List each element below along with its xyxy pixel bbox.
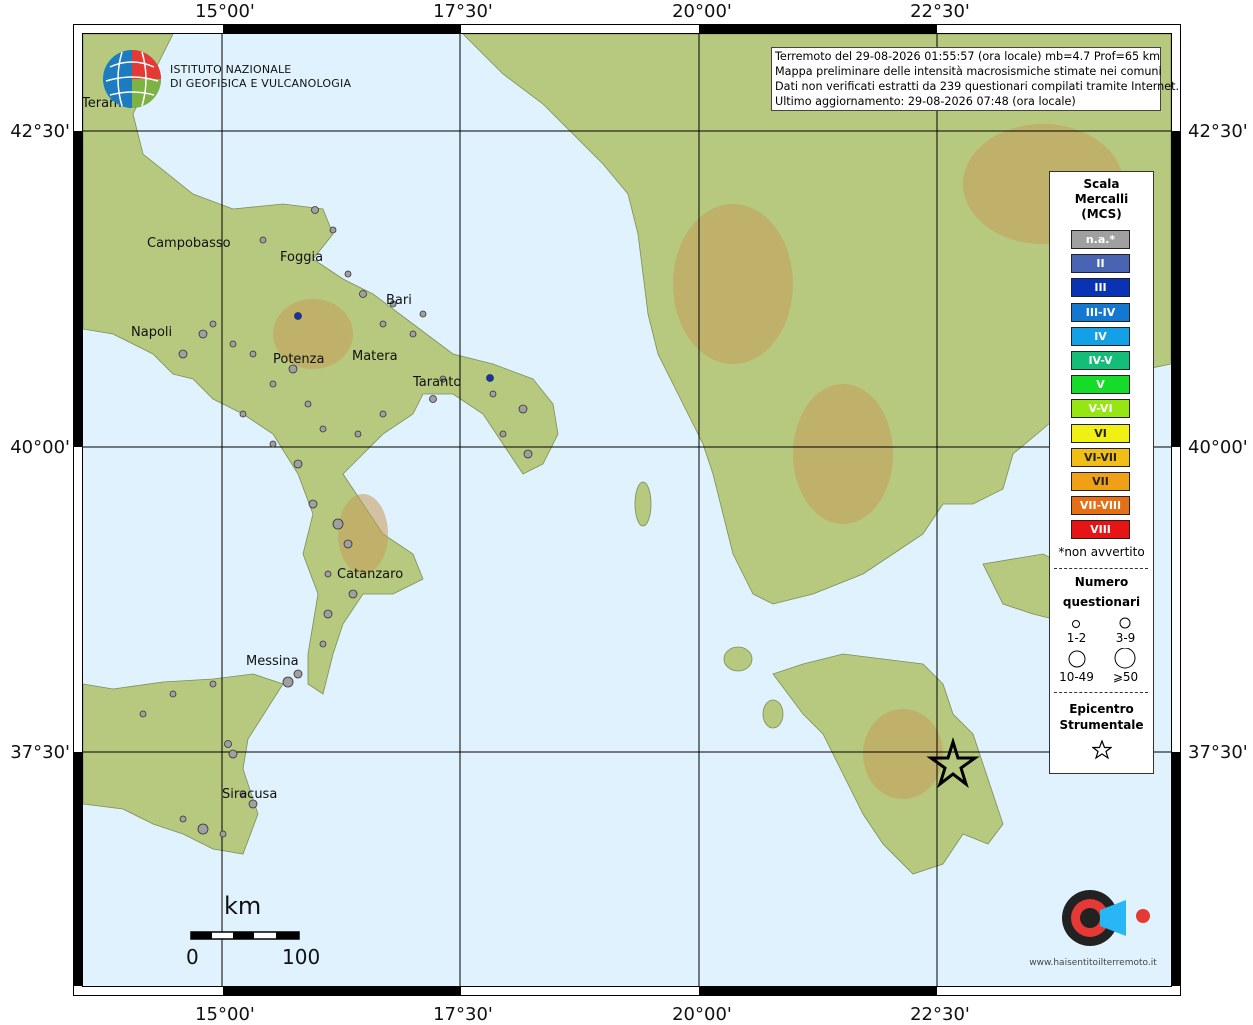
info-line-2: Mappa preliminare delle intensità macros… [775, 65, 1162, 78]
size-symbol-3-9 [1119, 617, 1131, 629]
city-foggia: Foggia [280, 250, 324, 265]
ingv-line1: ISTITUTO NAZIONALE [170, 63, 292, 76]
tick-right-1: 42°30' [1188, 121, 1248, 142]
legend-swatch: II [1071, 254, 1130, 274]
tick-left-1: 42°30' [10, 121, 70, 142]
legend-swatch: VII-VIII [1071, 496, 1130, 516]
tick-top-4: 22°30' [910, 1, 970, 22]
legend-epi-2: Strumentale [1059, 718, 1144, 732]
tick-left-2: 40°00' [10, 437, 70, 458]
info-line-4: Ultimo aggiornamento: 29-08-2026 07:48 (… [775, 95, 1076, 108]
legend-panel: Scala Mercalli (MCS) n.a.* II III III-IV IV I… [1049, 171, 1154, 774]
tick-bottom-1: 15°00' [195, 1004, 255, 1025]
legend-note: *non avvertito [1058, 545, 1145, 559]
ingv-logo-icon [103, 50, 161, 108]
kefalonia-island [723, 646, 753, 672]
legend-swatch: VIII [1071, 520, 1130, 540]
tick-top-2: 17°30' [433, 1, 493, 22]
legend-swatch: IV-V [1071, 351, 1130, 370]
info-line-1: Terremoto del 29-08-2026 01:55:57 (ora l… [775, 50, 1161, 63]
legend-separator-2 [1054, 692, 1148, 693]
legend-q-title-2: questionari [1062, 595, 1141, 609]
legend-epi-1: Epicentro [1069, 702, 1134, 716]
legend-swatch: VII [1071, 472, 1130, 491]
legend-size-2: 3-9 [1115, 631, 1136, 645]
size-symbol-10-49 [1068, 650, 1086, 668]
legend-swatch: V-VI [1071, 399, 1130, 419]
city-siracusa: Siracusa [222, 787, 278, 802]
legend-swatch: VI [1071, 423, 1130, 443]
tick-bottom-2: 17°30' [433, 1004, 493, 1025]
event-info-box: Terremoto del 29-08-2026 01:55:57 (ora l… [771, 47, 1180, 111]
city-campobasso: Campobasso [147, 236, 231, 251]
map-frame [73, 24, 1181, 996]
city-matera: Matera [352, 349, 398, 364]
tick-left-3: 37°30' [10, 742, 70, 763]
size-symbol-50 [1114, 648, 1136, 669]
legend-swatch: VI-VII [1071, 447, 1130, 467]
city-napoli: Napoli [131, 325, 173, 340]
map-area[interactable] [83, 34, 1171, 986]
ingv-logo-text: ISTITUTO NAZIONALE DI GEOFISICA E VULCAN… [170, 63, 351, 91]
tick-top-1: 15°00' [195, 1, 255, 22]
scale-unit: km [224, 892, 262, 920]
legend-title-3: (MCS) [1081, 207, 1122, 221]
legend-swatch: n.a.* [1071, 230, 1130, 249]
haisentito-watermark: www.haisentitoilterremoto.it [1029, 958, 1157, 968]
size-symbol-1-2 [1072, 620, 1080, 628]
legend-swatch: III [1071, 278, 1130, 298]
legend-title-2: Mercalli [1074, 192, 1129, 206]
tick-right-3: 37°30' [1188, 742, 1248, 763]
scale-min: 0 [186, 945, 199, 969]
scale-bar [190, 931, 300, 940]
zakynthos-island [762, 699, 784, 729]
legend-swatch: V [1071, 375, 1130, 395]
haisentito-logo-icon [1062, 890, 1150, 946]
legend-separator-1 [1054, 568, 1148, 569]
legend-star-icon [1092, 740, 1112, 760]
city-potenza: Potenza [273, 352, 325, 367]
city-catanzaro: Catanzaro [337, 567, 404, 582]
scale-max: 100 [282, 945, 321, 969]
tick-right-2: 40°00' [1188, 437, 1248, 458]
tick-bottom-4: 22°30' [910, 1004, 970, 1025]
legend-size-4: ⩾50 [1112, 670, 1139, 684]
city-taranto: Taranto [413, 375, 462, 390]
legend-swatch: III-IV [1071, 302, 1130, 322]
sicily-land [83, 673, 284, 855]
city-bari: Bari [386, 293, 412, 308]
tick-bottom-3: 20°00' [672, 1004, 732, 1025]
info-line-3: Dati non verificati estratti da 239 ques… [775, 80, 1180, 93]
legend-swatch: IV [1071, 326, 1130, 346]
legend-q-title-1: Numero [1074, 575, 1129, 589]
ingv-line2: DI GEOFISICA E VULCANOLOGIA [170, 77, 352, 90]
city-messina: Messina [246, 654, 299, 669]
tick-top-3: 20°00' [672, 1, 732, 22]
corfu-island [634, 481, 652, 527]
map-canvas [83, 34, 1171, 986]
legend-title-1: Scala [1083, 177, 1120, 191]
